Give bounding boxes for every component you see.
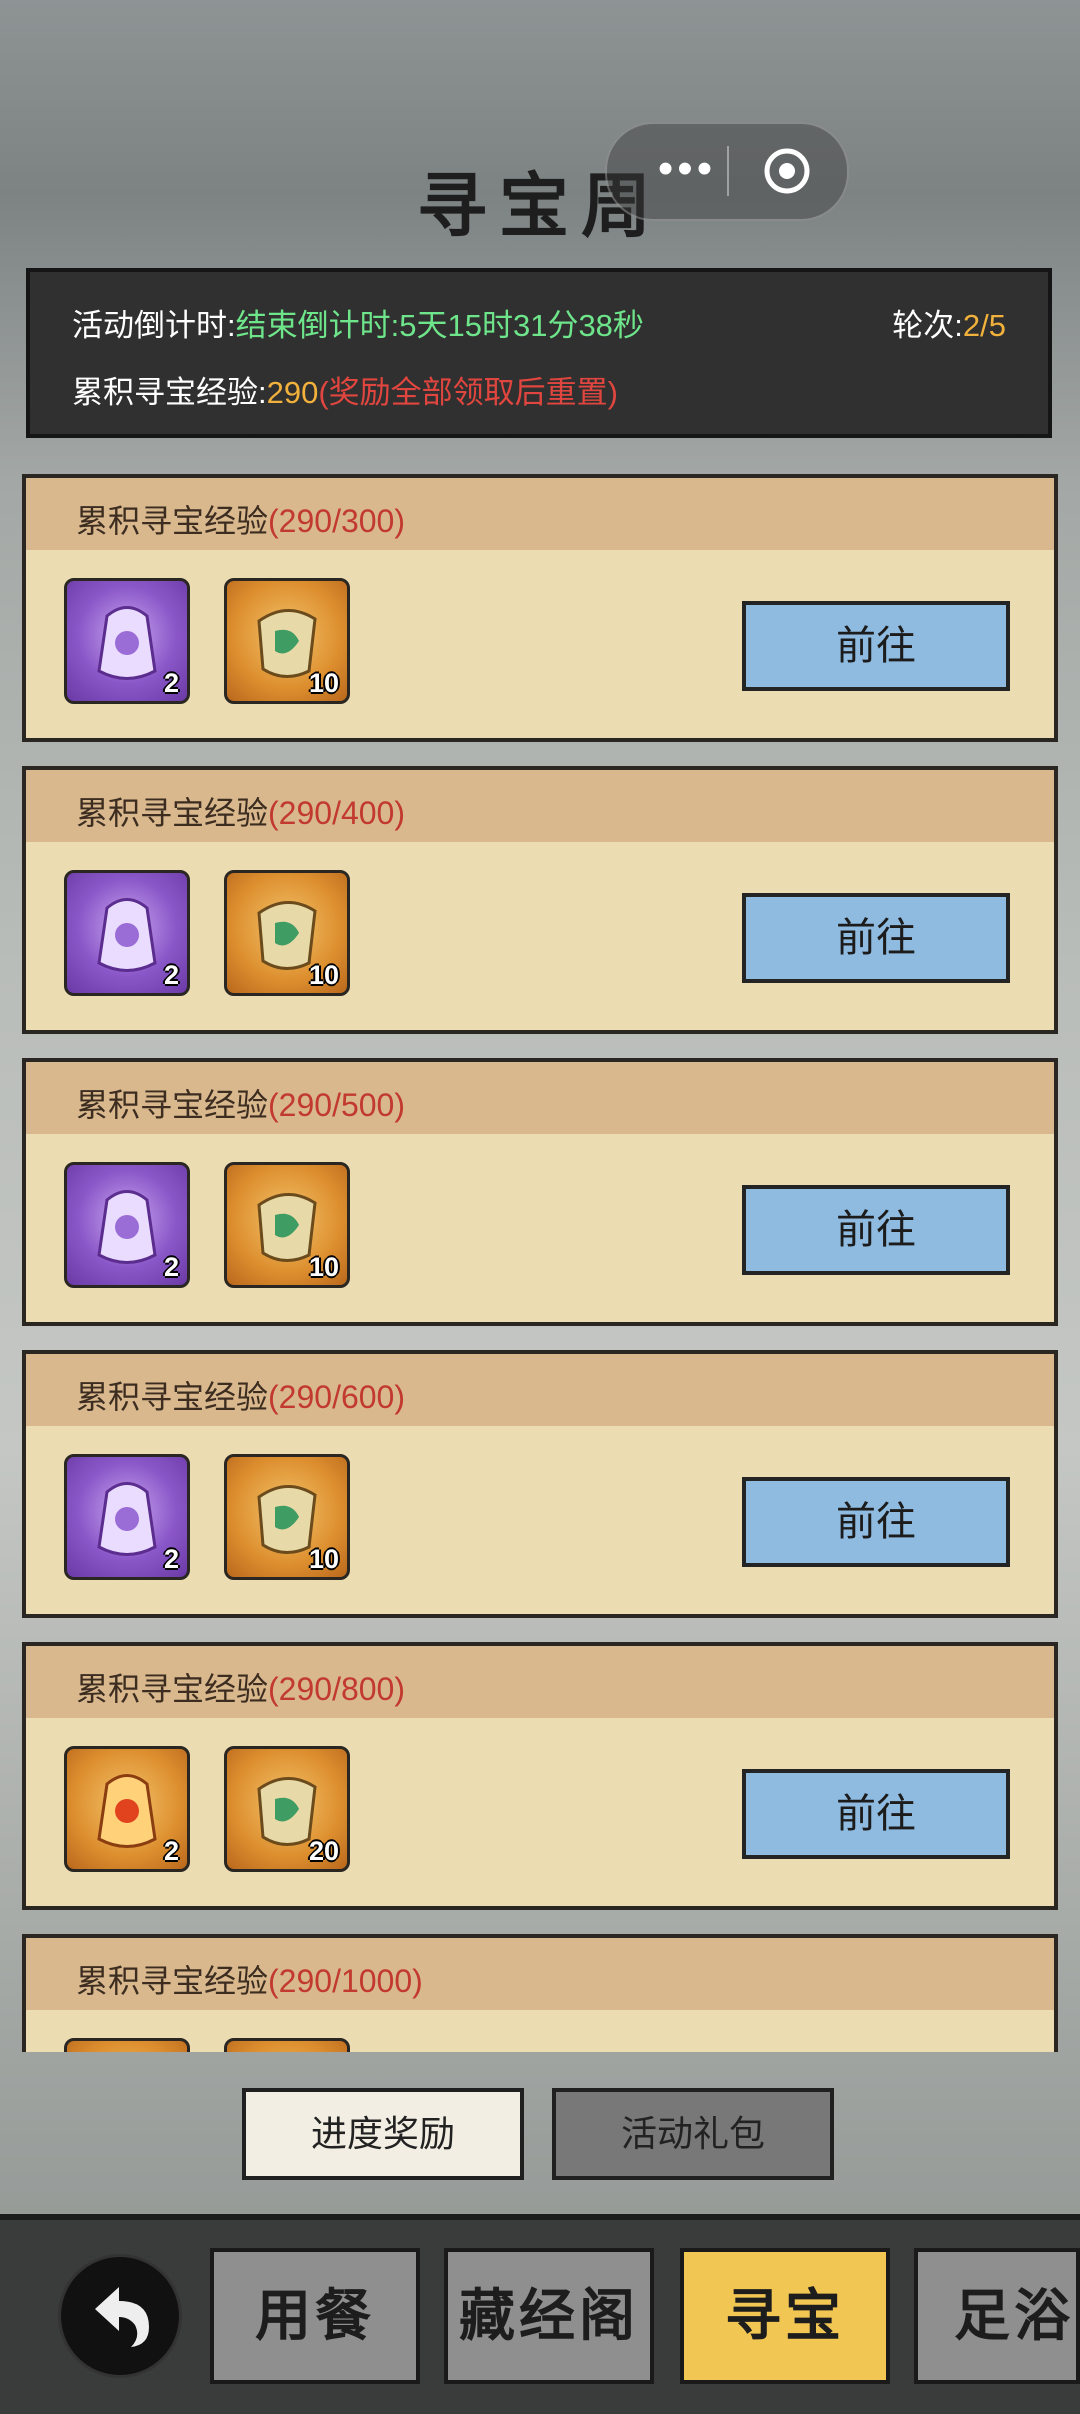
nav-library[interactable]: 藏经阁 bbox=[444, 2248, 654, 2384]
nav-treasure[interactable]: 寻宝 bbox=[680, 2248, 890, 2384]
item-quantity: 2 bbox=[163, 1252, 179, 1282]
item-quantity: 2 bbox=[163, 960, 179, 990]
orange-pouch-item[interactable]: 2 bbox=[64, 1746, 190, 1872]
card-header: 累积寻宝经验(290/600) bbox=[26, 1354, 1054, 1426]
card-progress: (290/800) bbox=[268, 1671, 405, 1707]
exp-label: 累积寻宝经验: bbox=[72, 375, 267, 410]
purple-pouch-item[interactable]: 2 bbox=[64, 870, 190, 996]
purple-pouch-item[interactable]: 2 bbox=[64, 1454, 190, 1580]
card-label: 累积寻宝经验 bbox=[76, 1671, 269, 1707]
capsule-divider bbox=[727, 146, 729, 196]
activity-info-panel: 活动倒计时:结束倒计时:5天15时31分38秒 轮次:2/5 累积寻宝经验:29… bbox=[26, 268, 1052, 438]
card-label: 累积寻宝经验 bbox=[76, 795, 269, 831]
card-header: 累积寻宝经验(290/300) bbox=[26, 478, 1054, 550]
card-label: 累积寻宝经验 bbox=[76, 503, 269, 539]
purple-pouch-item[interactable]: 2 bbox=[64, 1162, 190, 1288]
item-quantity: 10 bbox=[308, 668, 339, 698]
card-header: 累积寻宝经验(290/1000) bbox=[26, 1938, 1054, 2010]
reward-item[interactable] bbox=[64, 2038, 190, 2052]
goto-button[interactable]: 前往 bbox=[742, 1477, 1010, 1567]
card-label: 累积寻宝经验 bbox=[76, 1963, 269, 1999]
reward-card: 累积寻宝经验(290/800) 2 20 前往 bbox=[22, 1642, 1058, 1910]
round-value: 2/5 bbox=[962, 308, 1006, 343]
goto-button[interactable]: 前往 bbox=[742, 601, 1010, 691]
jade-scroll-item[interactable]: 10 bbox=[224, 1162, 350, 1288]
reward-card: 累积寻宝经验(290/400) 2 10 前往 bbox=[22, 766, 1058, 1034]
goto-button[interactable]: 前往 bbox=[742, 1185, 1010, 1275]
jade-scroll-item[interactable]: 20 bbox=[224, 1746, 350, 1872]
bottom-tabs: 进度奖励 活动礼包 bbox=[0, 2088, 1080, 2188]
jade-scroll-item[interactable]: 10 bbox=[224, 1454, 350, 1580]
pouch-icon bbox=[97, 1774, 157, 1848]
countdown-value: 结束倒计时:5天15时31分38秒 bbox=[235, 308, 644, 343]
reward-card: 累积寻宝经验(290/500) 2 10 前往 bbox=[22, 1058, 1058, 1326]
jade-scroll-item[interactable]: 10 bbox=[224, 578, 350, 704]
back-button[interactable] bbox=[58, 2254, 182, 2378]
exp-value: 290 bbox=[266, 375, 319, 410]
item-quantity: 2 bbox=[163, 668, 179, 698]
card-header: 累积寻宝经验(290/500) bbox=[26, 1062, 1054, 1134]
item-quantity: 10 bbox=[308, 1544, 339, 1574]
purple-pouch-item[interactable]: 2 bbox=[64, 578, 190, 704]
card-progress: (290/300) bbox=[268, 503, 405, 539]
exp-row: 累积寻宝经验:290(奖励全部领取后重置) bbox=[72, 367, 618, 412]
pouch-icon bbox=[97, 898, 157, 972]
pouch-icon bbox=[97, 1482, 157, 1556]
close-target-icon[interactable] bbox=[762, 146, 812, 196]
card-header: 累积寻宝经验(290/800) bbox=[26, 1646, 1054, 1718]
countdown-label: 活动倒计时: bbox=[72, 308, 236, 343]
item-quantity: 10 bbox=[308, 1252, 339, 1282]
mini-program-capsule[interactable]: ••• bbox=[605, 122, 849, 221]
item-quantity: 20 bbox=[308, 1836, 339, 1866]
tab-activity-gift[interactable]: 活动礼包 bbox=[552, 2088, 834, 2180]
countdown-row: 活动倒计时:结束倒计时:5天15时31分38秒 bbox=[72, 300, 644, 345]
goto-button[interactable]: 前往 bbox=[742, 1769, 1010, 1859]
tab-progress-reward[interactable]: 进度奖励 bbox=[242, 2088, 524, 2180]
jade-scroll-item[interactable]: 10 bbox=[224, 870, 350, 996]
card-label: 累积寻宝经验 bbox=[76, 1379, 269, 1415]
reward-list[interactable]: 累积寻宝经验(290/300) 2 10 前往 累积寻宝经验(290/400) … bbox=[22, 474, 1058, 2052]
round-label: 轮次: bbox=[892, 308, 963, 343]
item-quantity: 10 bbox=[308, 960, 339, 990]
card-progress: (290/400) bbox=[268, 795, 405, 831]
reward-card: 累积寻宝经验(290/300) 2 10 前往 bbox=[22, 474, 1058, 742]
card-progress: (290/1000) bbox=[268, 1963, 423, 1999]
reward-card: 累积寻宝经验(290/600) 2 10 前往 bbox=[22, 1350, 1058, 1618]
exp-note: (奖励全部领取后重置) bbox=[318, 375, 619, 410]
item-quantity: 2 bbox=[163, 1544, 179, 1574]
card-progress: (290/500) bbox=[268, 1087, 405, 1123]
reward-item[interactable] bbox=[224, 2038, 350, 2052]
pouch-icon bbox=[97, 1190, 157, 1264]
card-progress: (290/600) bbox=[268, 1379, 405, 1415]
round-row: 轮次:2/5 bbox=[892, 300, 1006, 345]
card-label: 累积寻宝经验 bbox=[76, 1087, 269, 1123]
more-icon[interactable]: ••• bbox=[647, 144, 727, 199]
nav-divider bbox=[0, 2214, 1080, 2220]
item-quantity: 2 bbox=[163, 1836, 179, 1866]
nav-dining[interactable]: 用餐 bbox=[210, 2248, 420, 2384]
pouch-icon bbox=[97, 606, 157, 680]
goto-button[interactable]: 前往 bbox=[742, 893, 1010, 983]
reward-card: 累积寻宝经验(290/1000) bbox=[22, 1934, 1058, 2052]
page-title: 寻宝周 bbox=[417, 164, 663, 247]
back-arrow-icon bbox=[95, 2287, 149, 2347]
nav-foot-bath[interactable]: 足浴 bbox=[914, 2248, 1080, 2384]
card-header: 累积寻宝经验(290/400) bbox=[26, 770, 1054, 842]
